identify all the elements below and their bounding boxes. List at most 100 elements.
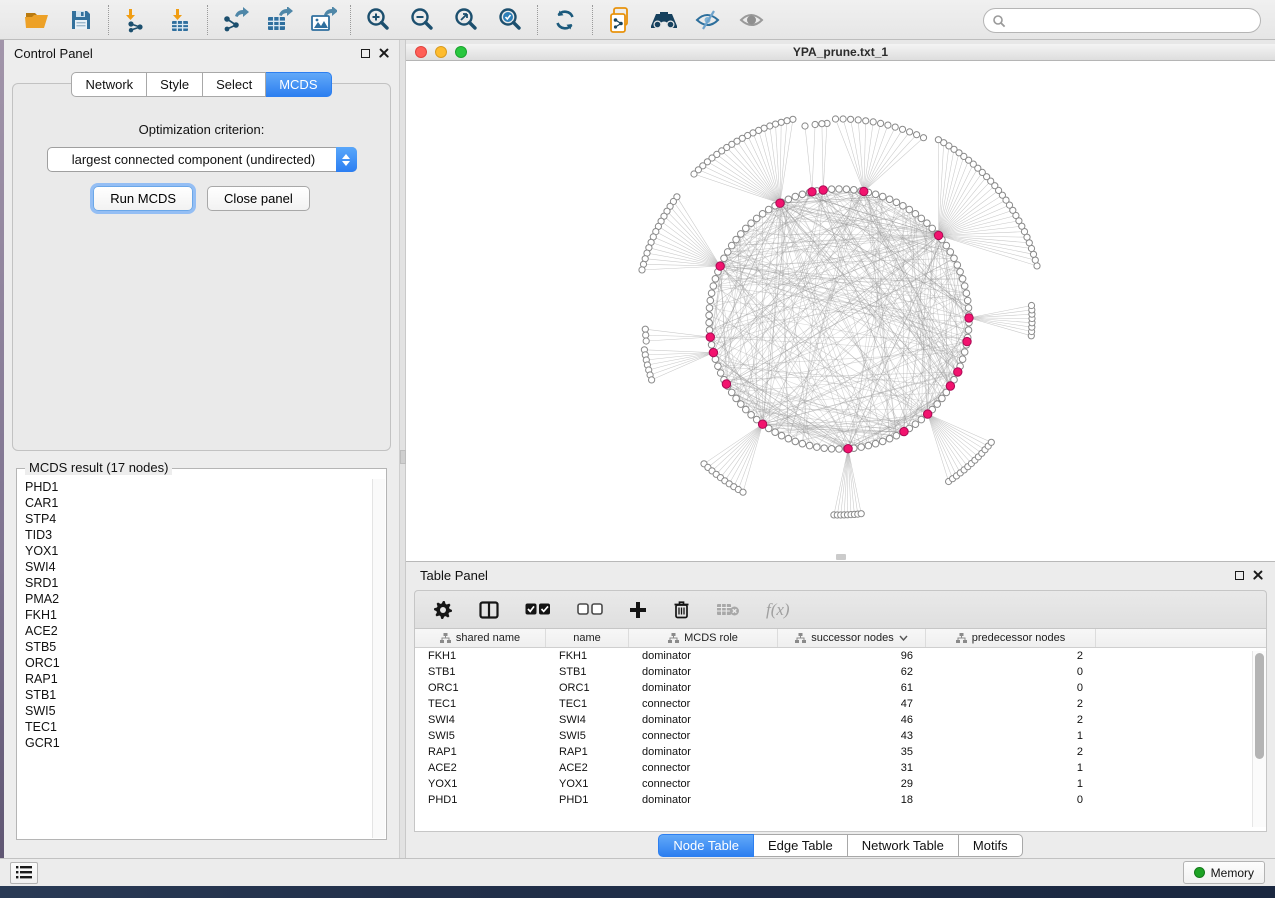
network-leaf-node[interactable]	[848, 116, 854, 122]
table-row[interactable]: YOX1YOX1connector291	[415, 776, 1266, 792]
delete-column-trash-icon[interactable]	[673, 597, 690, 623]
network-hub-node[interactable]	[776, 199, 784, 207]
tab-motifs[interactable]: Motifs	[959, 834, 1023, 857]
network-canvas[interactable]	[406, 61, 1275, 561]
network-node[interactable]	[706, 319, 713, 326]
run-mcds-button[interactable]: Run MCDS	[93, 186, 193, 211]
network-node[interactable]	[959, 356, 966, 363]
network-node[interactable]	[708, 342, 715, 349]
network-node[interactable]	[836, 446, 843, 453]
task-history-button[interactable]	[10, 862, 38, 884]
network-node[interactable]	[872, 440, 879, 447]
mcds-result-item[interactable]: TID3	[18, 527, 372, 543]
column-header-successor-nodes[interactable]: successor nodes	[778, 629, 926, 647]
network-node[interactable]	[765, 206, 772, 213]
network-node[interactable]	[959, 276, 966, 283]
network-node[interactable]	[733, 236, 740, 243]
export-network-icon[interactable]	[220, 5, 250, 35]
network-leaf-node[interactable]	[790, 116, 796, 122]
table-scrollbar[interactable]	[1252, 651, 1266, 827]
table-row[interactable]: ACE2ACE2connector311	[415, 760, 1266, 776]
network-node[interactable]	[799, 440, 806, 447]
network-leaf-node[interactable]	[649, 377, 655, 383]
network-node[interactable]	[706, 312, 713, 319]
network-node[interactable]	[743, 406, 750, 413]
network-node[interactable]	[707, 297, 714, 304]
network-node[interactable]	[934, 401, 941, 408]
network-node[interactable]	[918, 215, 925, 222]
network-leaf-node[interactable]	[642, 326, 648, 332]
network-leaf-node[interactable]	[802, 123, 808, 129]
zoom-selected-icon[interactable]	[495, 5, 525, 35]
network-node[interactable]	[743, 225, 750, 232]
network-node[interactable]	[851, 187, 858, 194]
import-network-icon[interactable]	[121, 5, 151, 35]
network-leaf-node[interactable]	[878, 120, 884, 126]
function-builder-icon[interactable]: f(x)	[766, 597, 790, 623]
tab-mcds[interactable]: MCDS	[266, 72, 331, 97]
network-node[interactable]	[738, 401, 745, 408]
open-session-icon[interactable]	[22, 5, 52, 35]
table-row[interactable]: PHD1PHD1dominator180	[415, 792, 1266, 808]
network-node[interactable]	[893, 199, 900, 206]
network-node[interactable]	[912, 421, 919, 428]
network-node[interactable]	[828, 186, 835, 193]
network-node[interactable]	[912, 211, 919, 218]
memory-button[interactable]: Memory	[1183, 861, 1265, 884]
table-settings-gear-icon[interactable]	[433, 597, 453, 623]
network-leaf-node[interactable]	[899, 126, 905, 132]
share-document-icon[interactable]	[605, 5, 635, 35]
network-node[interactable]	[872, 191, 879, 198]
network-hub-node[interactable]	[934, 231, 942, 239]
network-node[interactable]	[943, 242, 950, 249]
network-node[interactable]	[906, 206, 913, 213]
network-node[interactable]	[778, 432, 785, 439]
mcds-result-item[interactable]: STB5	[18, 639, 372, 655]
mcds-result-item[interactable]: ORC1	[18, 655, 372, 671]
network-node[interactable]	[879, 193, 886, 200]
zoom-fit-icon[interactable]	[451, 5, 481, 35]
network-node[interactable]	[828, 446, 835, 453]
network-leaf-node[interactable]	[740, 489, 746, 495]
network-leaf-node[interactable]	[892, 124, 898, 130]
column-header-name[interactable]: name	[546, 629, 629, 647]
network-hub-node[interactable]	[924, 410, 932, 418]
network-leaf-node[interactable]	[1028, 302, 1034, 308]
network-window-titlebar[interactable]: YPA_prune.txt_1	[406, 44, 1275, 61]
mcds-result-item[interactable]: STP4	[18, 511, 372, 527]
network-hub-node[interactable]	[716, 262, 724, 270]
network-leaf-node[interactable]	[907, 129, 913, 135]
network-node[interactable]	[724, 249, 731, 256]
mcds-result-item[interactable]: GCR1	[18, 735, 372, 751]
network-leaf-node[interactable]	[819, 121, 825, 127]
network-node[interactable]	[792, 193, 799, 200]
network-node[interactable]	[965, 327, 972, 334]
create-column-plus-icon[interactable]	[629, 597, 647, 623]
network-node[interactable]	[772, 429, 779, 436]
network-node[interactable]	[961, 283, 968, 290]
tab-edge-table[interactable]: Edge Table	[754, 834, 848, 857]
network-node[interactable]	[947, 249, 954, 256]
network-hub-node[interactable]	[860, 187, 868, 195]
network-node[interactable]	[939, 395, 946, 402]
network-node[interactable]	[728, 242, 735, 249]
network-hub-node[interactable]	[965, 314, 973, 322]
tab-network[interactable]: Network	[71, 72, 147, 97]
canvas-grip[interactable]	[836, 554, 846, 560]
mcds-list-scrollbar[interactable]	[372, 479, 385, 838]
search-network-icon[interactable]	[649, 5, 679, 35]
mcds-result-list[interactable]: PHD1CAR1STP4TID3YOX1SWI4SRD1PMA2FKH1ACE2…	[18, 479, 372, 838]
column-header-mcds-role[interactable]: MCDS role	[629, 629, 778, 647]
network-hub-node[interactable]	[963, 337, 971, 345]
network-leaf-node[interactable]	[639, 267, 645, 273]
network-node[interactable]	[728, 389, 735, 396]
float-table-panel-icon[interactable]	[1235, 571, 1244, 580]
network-node[interactable]	[759, 211, 766, 218]
network-node[interactable]	[738, 231, 745, 238]
table-row[interactable]: ORC1ORC1dominator610	[415, 680, 1266, 696]
network-node[interactable]	[715, 363, 722, 370]
mcds-result-item[interactable]: SRD1	[18, 575, 372, 591]
mcds-result-item[interactable]: STB1	[18, 687, 372, 703]
network-node[interactable]	[748, 412, 755, 419]
hide-graphics-icon[interactable]	[693, 5, 723, 35]
